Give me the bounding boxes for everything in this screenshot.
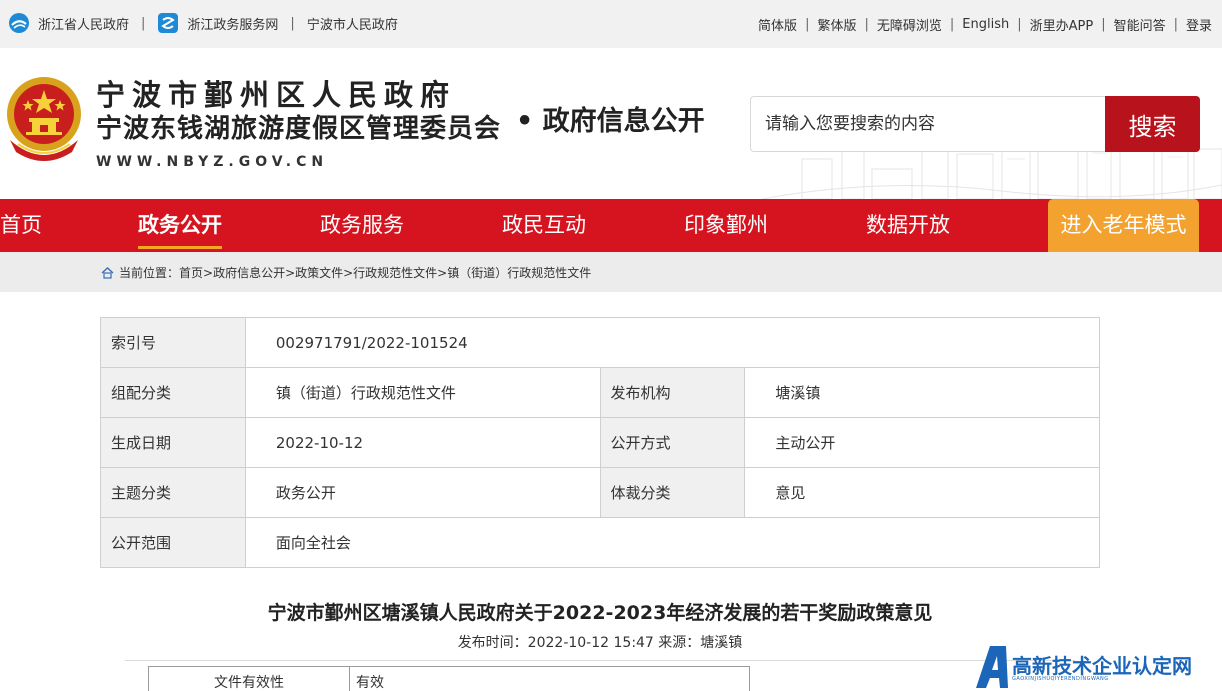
top-utility-bar: 浙江省人民政府 | 浙江政务服务网 | 宁波市人民政府 简体版 | 繁体版 | … (0, 0, 1222, 48)
scope-value: 面向全社会 (244, 517, 1101, 568)
site-domain: WWW.NBYZ.GOV.CN (96, 154, 329, 170)
nav-item-open-data[interactable]: 数据开放 (866, 199, 950, 252)
divider: | (949, 17, 955, 32)
table-row: 生成日期 2022-10-12 公开方式 主动公开 (100, 417, 1100, 468)
table-row: 文件有效性 有效 (148, 666, 750, 691)
divider: | (805, 17, 810, 32)
publisher-label: 发布机构 (599, 367, 746, 418)
nav-item-home[interactable]: 首页 (0, 199, 42, 252)
nav-item-gov-services[interactable]: 政务服务 (320, 199, 404, 252)
table-row: 公开范围 面向全社会 (100, 517, 1101, 568)
table-row: 索引号 002971791/2022-101524 (100, 317, 1101, 368)
link-label: 浙江政务服务网 (187, 17, 279, 33)
divider: | (1101, 17, 1106, 32)
link-smart-qa[interactable]: 智能问答 (1114, 15, 1166, 34)
zhejiang-service-icon (158, 13, 179, 33)
link-zhejiang-service[interactable]: 浙江政务服务网 (157, 12, 278, 34)
genre-label: 体裁分类 (599, 467, 746, 518)
site-title-block: 宁波市鄞州区人民政府 宁波东钱湖旅游度假区管理委员会 WWW.NBYZ.GOV.… (96, 78, 501, 170)
search-button[interactable]: 搜索 (1105, 96, 1200, 152)
table-row: 主题分类 政务公开 体裁分类 意见 (100, 467, 1100, 518)
category-value: 镇（街道）行政规范性文件 (244, 367, 601, 418)
divider: | (1173, 17, 1178, 32)
breadcrumb-bar: 当前位置： 首页>政府信息公开>政策文件>行政规范性文件>镇（街道）行政规范性文… (0, 252, 1222, 292)
link-simplified[interactable]: 简体版 (758, 15, 797, 34)
link-label: 浙江省人民政府 (38, 17, 130, 33)
elder-mode-button[interactable]: 进入老年模式 (1048, 199, 1199, 252)
divider: | (290, 15, 295, 31)
divider: | (864, 17, 869, 32)
nav-item-gov-affairs-open[interactable]: 政务公开 (138, 199, 222, 252)
home-icon (101, 266, 114, 279)
date-label: 生成日期 (100, 417, 246, 468)
link-ningbo-gov[interactable]: 宁波市人民政府 (307, 14, 398, 33)
link-accessibility[interactable]: 无障碍浏览 (877, 15, 942, 34)
nav-item-interaction[interactable]: 政民互动 (502, 199, 586, 252)
index-value: 002971791/2022-101524 (244, 317, 1101, 368)
national-emblem-icon (7, 77, 81, 161)
method-value: 主动公开 (744, 417, 1100, 468)
document-info-table: 索引号 002971791/2022-101524 组配分类 镇（街道）行政规范… (100, 317, 1101, 568)
article-title: 宁波市鄞州区塘溪镇人民政府关于2022-2023年经济发展的若干奖励政策意见 (267, 602, 933, 624)
topic-label: 主题分类 (100, 467, 246, 518)
link-traditional[interactable]: 繁体版 (817, 15, 856, 34)
divider: | (1017, 17, 1022, 32)
site-title-secondary: 宁波东钱湖旅游度假区管理委员会 (96, 114, 502, 144)
divider: | (141, 15, 146, 31)
scope-label: 公开范围 (100, 517, 246, 568)
top-right-links: 简体版 | 繁体版 | 无障碍浏览 | English | 浙里办APP | 智… (758, 15, 1212, 34)
link-login[interactable]: 登录 (1186, 15, 1212, 34)
watermark-text: 高新技术企业认定网 (1012, 654, 1192, 678)
divider (125, 660, 1075, 661)
topic-value: 政务公开 (244, 467, 601, 518)
watermark-subtext: GAOXINJISHUQIYERENDINGWANG (1012, 676, 1109, 682)
link-zheliban-app[interactable]: 浙里办APP (1030, 15, 1094, 34)
link-english[interactable]: English (962, 17, 1009, 32)
breadcrumb-prefix: 当前位置： (119, 266, 180, 280)
validity-value: 有效 (349, 666, 750, 691)
method-label: 公开方式 (599, 417, 746, 468)
table-row: 组配分类 镇（街道）行政规范性文件 发布机构 塘溪镇 (100, 367, 1100, 418)
publisher-value: 塘溪镇 (744, 367, 1100, 418)
zhejiang-gov-icon (9, 13, 29, 33)
link-zhejiang-gov[interactable]: 浙江省人民政府 (8, 12, 129, 34)
top-left-links: 浙江省人民政府 | 浙江政务服务网 | 宁波市人民政府 (8, 12, 398, 34)
search-input[interactable] (750, 96, 1105, 152)
nav-item-impression[interactable]: 印象鄞州 (684, 199, 768, 252)
index-label: 索引号 (100, 317, 246, 368)
site-title-primary: 宁波市鄞州区人民政府 (96, 78, 457, 112)
main-nav: 首页 政务公开 政务服务 政民互动 印象鄞州 数据开放 进入老年模式 (0, 199, 1222, 252)
category-label: 组配分类 (100, 367, 246, 418)
search-box: 搜索 (750, 96, 1200, 152)
genre-value: 意见 (744, 467, 1100, 518)
validity-table: 文件有效性 有效 (148, 666, 750, 691)
validity-label: 文件有效性 (148, 666, 350, 691)
breadcrumb-path[interactable]: 首页>政府信息公开>政策文件>行政规范性文件>镇（街道）行政规范性文件 (179, 264, 591, 281)
breadcrumb: 当前位置： 首页>政府信息公开>政策文件>行政规范性文件>镇（街道）行政规范性文… (101, 264, 591, 281)
section-title: • 政府信息公开 (516, 106, 705, 137)
site-header: 宁波市鄞州区人民政府 宁波东钱湖旅游度假区管理委员会 WWW.NBYZ.GOV.… (0, 48, 1222, 199)
date-value: 2022-10-12 (244, 417, 601, 468)
